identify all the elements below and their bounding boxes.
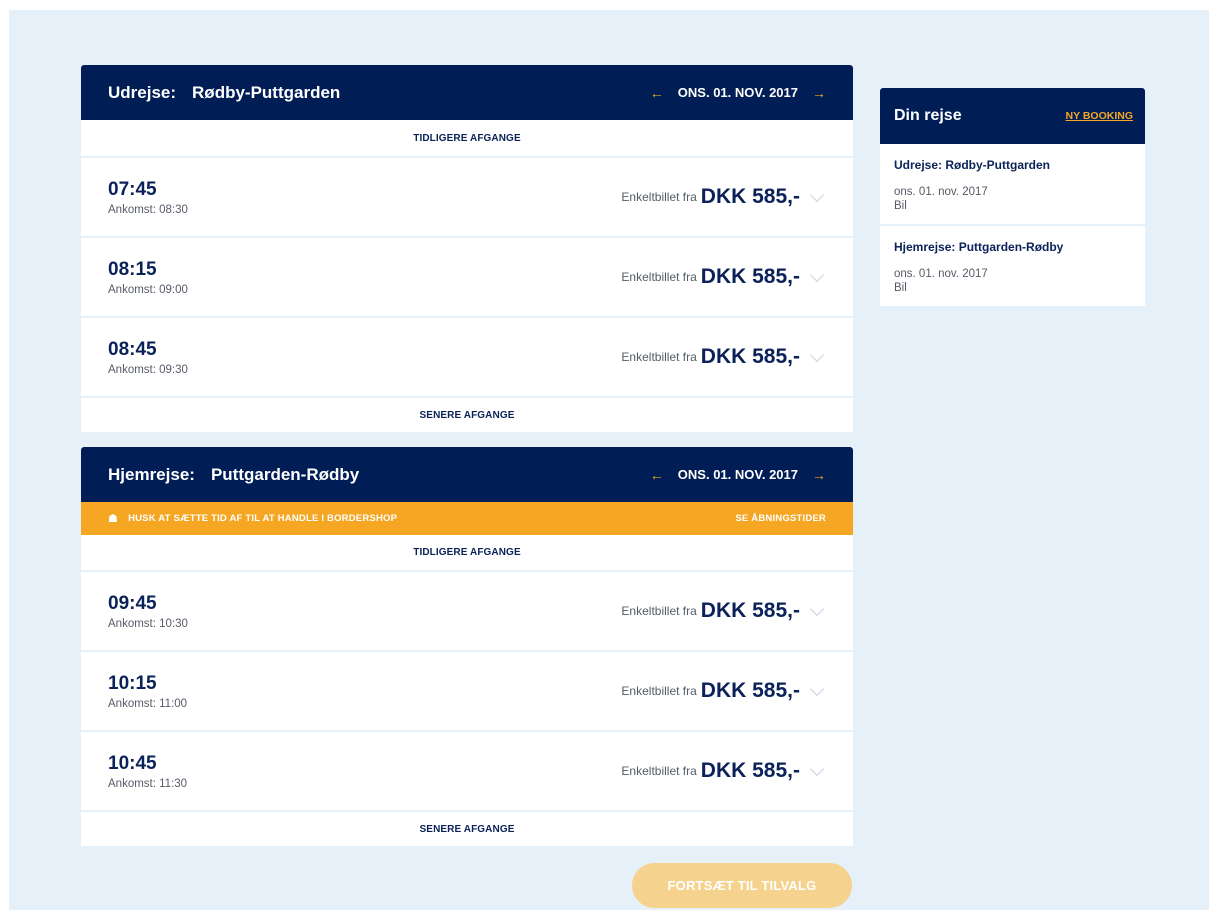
arrow-left-icon[interactable]: ← [636,85,678,101]
homebound-date-nav: ← ONS. 01. NOV. 2017 → [636,467,826,483]
price-block: Enkeltbillet fra DKK 585,- [621,679,826,703]
departure-times: 07:45 Ankomst: 08:30 [108,179,621,216]
summary-leg-vehicle: Bil [894,200,907,212]
departure-time: 10:15 [108,672,157,694]
homebound-route: Puttgarden-Rødby [210,464,360,484]
chevron-down-icon[interactable] [808,268,826,286]
price-label: Enkeltbillet fra [621,684,697,698]
arrival-time: Ankomst: 11:00 [108,697,188,710]
homebound-later-departures[interactable]: SENERE AFGANGE [81,810,853,846]
departure-time: 09:45 [108,592,157,614]
price-label: Enkeltbillet fra [621,190,697,204]
chevron-down-icon[interactable] [808,762,826,780]
arrival-time: Ankomst: 09:30 [108,363,188,376]
departure-row[interactable]: 08:45 Ankomst: 09:30 Enkeltbillet fra DKK 5… [81,316,853,396]
homebound-departure-list: 09:45 Ankomst: 10:30 Enkeltbillet fra DKK 5… [81,570,853,810]
bordershop-notice-text: HUSK AT SÆTTE TID AF TIL AT HANDLE I BOR… [128,513,398,524]
outbound-date: ONS. 01. NOV. 2017 [677,85,798,100]
trip-summary-header: Din rejse NY BOOKING [880,88,1145,144]
trip-summary-title: Din rejse [894,107,962,124]
price-label: Enkeltbillet fra [621,270,697,284]
outbound-later-departures[interactable]: SENERE AFGANGE [81,396,853,432]
chevron-down-icon[interactable] [808,348,826,366]
departure-times: 08:45 Ankomst: 09:30 [108,339,621,376]
price-value: DKK 585,- [700,679,800,702]
outbound-trip-type: Udrejse: [108,82,177,102]
bordershop-notice: ☗ HUSK AT SÆTTE TID AF TIL AT HANDLE I B… [81,502,853,535]
outbound-earlier-departures[interactable]: TIDLIGERE AFGANGE [81,120,853,156]
arrow-right-icon[interactable]: → [798,85,826,101]
new-booking-link[interactable]: NY BOOKING [1066,110,1133,122]
basket-icon: ☗ [108,513,119,525]
departure-row[interactable]: 10:15 Ankomst: 11:00 Enkeltbillet fra DKK 5… [81,650,853,730]
arrival-time: Ankomst: 08:30 [108,203,188,216]
arrival-time: Ankomst: 11:30 [108,777,188,790]
price-value: DKK 585,- [700,185,800,208]
arrow-left-icon[interactable]: ← [636,467,678,483]
arrival-time: Ankomst: 10:30 [108,617,188,630]
departure-row[interactable]: 07:45 Ankomst: 08:30 Enkeltbillet fra DKK 5… [81,156,853,236]
departure-time: 08:45 [108,338,157,360]
summary-leg-outbound: Udrejse: Rødby-Puttgarden ons. 01. nov. … [880,144,1145,224]
departure-row[interactable]: 09:45 Ankomst: 10:30 Enkeltbillet fra DKK 5… [81,570,853,650]
opening-hours-link[interactable]: SE ÅBNINGSTIDER [735,513,826,524]
outbound-panel: Udrejse: Rødby-Puttgarden ← ONS. 01. NOV… [81,65,853,432]
departure-time: 08:15 [108,258,157,280]
price-block: Enkeltbillet fra DKK 585,- [621,759,826,783]
price-block: Enkeltbillet fra DKK 585,- [621,185,826,209]
homebound-trip-type: Hjemrejse: [108,464,195,484]
departure-time: 07:45 [108,178,157,200]
continue-button[interactable]: FORTSÆT TIL TILVALG [632,863,852,908]
homebound-earlier-departures[interactable]: TIDLIGERE AFGANGE [81,535,853,570]
departure-row[interactable]: 10:45 Ankomst: 11:30 Enkeltbillet fra DKK 5… [81,730,853,810]
outbound-departure-list: 07:45 Ankomst: 08:30 Enkeltbillet fra DKK 5… [81,156,853,396]
arrow-right-icon[interactable]: → [798,467,826,483]
homebound-header: Hjemrejse: Puttgarden-Rødby ← ONS. 01. N… [81,447,853,502]
summary-leg-title: Hjemrejse: Puttgarden-Rødby [894,240,1064,254]
outbound-route: Rødby-Puttgarden [192,82,341,102]
price-label: Enkeltbillet fra [621,764,697,778]
outbound-date-nav: ← ONS. 01. NOV. 2017 → [636,85,826,101]
departure-time: 10:45 [108,752,157,774]
departure-times: 10:15 Ankomst: 11:00 [108,673,621,710]
summary-leg-date: ons. 01. nov. 2017 [894,186,988,198]
homebound-date: ONS. 01. NOV. 2017 [677,467,798,482]
summary-leg-title: Udrejse: Rødby-Puttgarden [894,158,1051,172]
price-value: DKK 585,- [700,345,800,368]
price-label: Enkeltbillet fra [621,350,697,364]
chevron-down-icon[interactable] [808,602,826,620]
departure-times: 08:15 Ankomst: 09:00 [108,259,621,296]
price-block: Enkeltbillet fra DKK 585,- [621,599,826,623]
departure-times: 09:45 Ankomst: 10:30 [108,593,621,630]
departure-row[interactable]: 08:15 Ankomst: 09:00 Enkeltbillet fra DKK 5… [81,236,853,316]
price-block: Enkeltbillet fra DKK 585,- [621,345,826,369]
summary-leg-vehicle: Bil [894,282,907,294]
outbound-header: Udrejse: Rødby-Puttgarden ← ONS. 01. NOV… [81,65,853,120]
summary-leg-date: ons. 01. nov. 2017 [894,268,988,280]
summary-leg-homebound: Hjemrejse: Puttgarden-Rødby ons. 01. nov… [880,224,1145,306]
price-value: DKK 585,- [700,759,800,782]
price-label: Enkeltbillet fra [621,604,697,618]
price-value: DKK 585,- [700,265,800,288]
departure-times: 10:45 Ankomst: 11:30 [108,753,621,790]
price-block: Enkeltbillet fra DKK 585,- [621,265,826,289]
chevron-down-icon[interactable] [808,188,826,206]
chevron-down-icon[interactable] [808,682,826,700]
homebound-panel: Hjemrejse: Puttgarden-Rødby ← ONS. 01. N… [81,447,853,846]
trip-summary: Din rejse NY BOOKING Udrejse: Rødby-Putt… [880,88,1145,306]
arrival-time: Ankomst: 09:00 [108,283,188,296]
price-value: DKK 585,- [700,599,800,622]
